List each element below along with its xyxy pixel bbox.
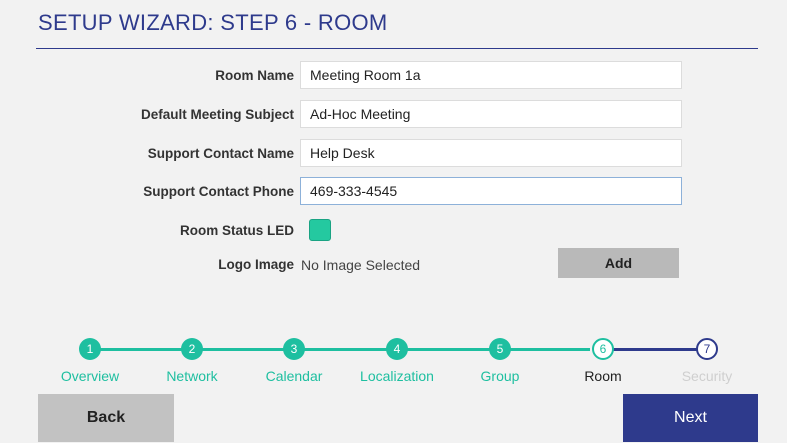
step-1-label[interactable]: Overview (35, 368, 145, 384)
progress-line-complete (90, 348, 590, 351)
next-button[interactable]: Next (623, 394, 758, 442)
contact-name-row: Support Contact Name Help Desk (0, 139, 787, 169)
led-label: Room Status LED (179, 223, 294, 238)
contact-phone-row: Support Contact Phone 469-333-4545 (0, 177, 787, 207)
step-4-label[interactable]: Localization (342, 368, 452, 384)
step-2-circle[interactable]: 2 (181, 338, 203, 360)
step-5-label[interactable]: Group (445, 368, 555, 384)
back-button[interactable]: Back (38, 394, 174, 442)
contact-phone-field[interactable]: 469-333-4545 (300, 177, 682, 205)
step-progress: 1 2 3 4 5 6 7 Overview Network Calendar … (0, 330, 787, 390)
progress-line-remaining (600, 348, 708, 351)
logo-value: No Image Selected (301, 257, 421, 273)
logo-label: Logo Image (218, 257, 294, 272)
step-6-label: Room (584, 368, 622, 384)
add-logo-button[interactable]: Add (558, 248, 679, 278)
contact-phone-label: Support Contact Phone (143, 184, 294, 199)
room-name-field[interactable]: Meeting Room 1a (300, 61, 682, 89)
contact-name-field[interactable]: Help Desk (300, 139, 682, 167)
page-title: SETUP WIZARD: STEP 6 - ROOM (38, 10, 388, 35)
step-5-circle[interactable]: 5 (489, 338, 511, 360)
title-divider (36, 48, 758, 49)
led-row: Room Status LED (0, 216, 787, 246)
step-7-circle: 7 (696, 338, 718, 360)
step-4-circle[interactable]: 4 (386, 338, 408, 360)
room-name-label: Room Name (215, 68, 294, 83)
meeting-subject-row: Default Meeting Subject Ad-Hoc Meeting (0, 100, 787, 130)
room-name-row: Room Name Meeting Room 1a (0, 61, 787, 91)
contact-name-label: Support Contact Name (147, 146, 294, 161)
step-2-label[interactable]: Network (137, 368, 247, 384)
step-3-circle[interactable]: 3 (283, 338, 305, 360)
step-3-label[interactable]: Calendar (239, 368, 349, 384)
step-6-circle: 6 (592, 338, 614, 360)
step-7-label: Security (681, 368, 733, 384)
step-1-circle[interactable]: 1 (79, 338, 101, 360)
led-color-swatch[interactable] (309, 219, 331, 241)
meeting-subject-field[interactable]: Ad-Hoc Meeting (300, 100, 682, 128)
meeting-subject-label: Default Meeting Subject (140, 107, 294, 122)
